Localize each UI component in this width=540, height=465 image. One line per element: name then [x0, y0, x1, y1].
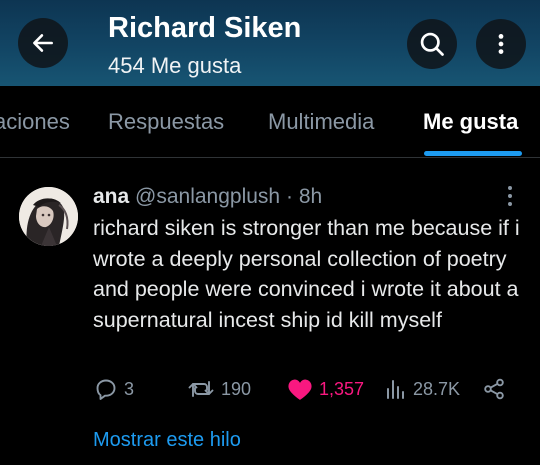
post-time[interactable]: 8h [299, 185, 322, 208]
post-actions: 3 190 1,357 28.7K [0, 374, 540, 404]
repost-icon [188, 381, 214, 397]
tab-me-gusta[interactable]: Me gusta [423, 109, 518, 135]
post-text: richard siken is stronger than me becaus… [93, 216, 520, 332]
more-vertical-icon [508, 186, 512, 206]
profile-tabs: aciones Respuestas Multimedia Me gusta [0, 86, 540, 158]
heart-icon [288, 379, 312, 400]
avatar[interactable] [19, 187, 78, 246]
show-thread-link[interactable]: Mostrar este hilo [93, 429, 241, 452]
like-button[interactable]: 1,357 [287, 374, 364, 404]
profile-header: Richard Siken 454 Me gusta [0, 0, 540, 86]
reply-count: 3 [124, 378, 135, 399]
likes-count: 454 Me gusta [108, 53, 242, 78]
author-handle[interactable]: @sanlangplush [135, 185, 280, 208]
search-icon [420, 32, 444, 56]
like-count: 1,357 [319, 378, 365, 399]
views-button[interactable]: 28.7K [385, 374, 460, 404]
post-more-button[interactable] [500, 184, 520, 208]
tab-menciones[interactable]: aciones [0, 109, 70, 135]
tab-respuestas[interactable]: Respuestas [108, 109, 224, 135]
repost-count: 190 [221, 378, 252, 399]
arrow-left-icon [33, 34, 53, 52]
more-options-button[interactable] [476, 19, 526, 69]
author-name[interactable]: ana [93, 185, 129, 208]
avatar-image [19, 187, 78, 246]
view-count: 28.7K [413, 378, 461, 399]
search-button[interactable] [407, 19, 457, 69]
bar-chart-icon [387, 380, 404, 399]
more-vertical-icon [498, 34, 504, 54]
active-tab-indicator [424, 151, 522, 156]
reply-icon [96, 379, 116, 400]
share-icon [484, 378, 504, 400]
share-button[interactable] [482, 374, 506, 404]
profile-name: Richard Siken [108, 12, 302, 44]
separator: · [285, 185, 293, 208]
post[interactable]: ana @sanlangplush · 8h richard siken is … [0, 158, 540, 465]
repost-button[interactable]: 190 [187, 374, 251, 404]
back-button[interactable] [18, 18, 68, 68]
tab-multimedia[interactable]: Multimedia [268, 109, 374, 135]
reply-button[interactable]: 3 [94, 374, 134, 404]
author-line: ana @sanlangplush · 8h [93, 185, 322, 209]
